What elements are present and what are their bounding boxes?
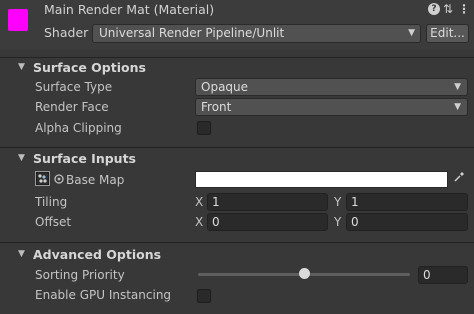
sorting-priority-slider-thumb[interactable] xyxy=(298,268,310,279)
chevron-down-icon: ▼ xyxy=(408,28,415,38)
object-picker-icon[interactable] xyxy=(53,173,65,185)
render-face-value: Front xyxy=(201,100,232,114)
edit-shader-button[interactable]: Edit... xyxy=(426,24,469,43)
alpha-clipping-checkbox[interactable] xyxy=(197,121,211,135)
shader-value: Universal Render Pipeline/Unlit xyxy=(99,26,285,40)
render-face-label: Render Face xyxy=(35,100,109,114)
foldout-arrow-icon: ▼ xyxy=(18,249,25,259)
shader-dropdown[interactable]: Universal Render Pipeline/Unlit ▼ xyxy=(92,24,421,43)
material-header: Main Render Mat (Material) ? ⇅ ⋮ Shader … xyxy=(0,0,474,50)
surface-type-dropdown[interactable]: Opaque ▼ xyxy=(195,78,468,96)
offset-x-value: 0 xyxy=(212,215,220,229)
base-map-label: Base Map xyxy=(66,173,125,187)
divider xyxy=(0,147,474,148)
foldout-advanced-options[interactable]: ▼ Advanced Options xyxy=(0,245,474,265)
tiling-y-field[interactable]: 1 xyxy=(346,193,468,211)
texture-thumbnail[interactable] xyxy=(35,171,50,186)
sorting-priority-value: 0 xyxy=(423,268,431,282)
foldout-title: Advanced Options xyxy=(33,247,162,262)
divider xyxy=(0,242,474,243)
tiling-y-value: 1 xyxy=(351,195,359,209)
offset-y-field[interactable]: 0 xyxy=(346,213,468,231)
chevron-down-icon: ▼ xyxy=(454,102,461,112)
gpu-instancing-checkbox[interactable] xyxy=(197,289,211,303)
foldout-title: Surface Options xyxy=(33,60,146,75)
foldout-surface-options[interactable]: ▼ Surface Options xyxy=(0,58,474,78)
alpha-clipping-label: Alpha Clipping xyxy=(35,121,122,135)
foldout-title: Surface Inputs xyxy=(33,151,136,166)
tiling-x-label: X xyxy=(195,195,204,209)
sorting-priority-label: Sorting Priority xyxy=(35,268,125,282)
chevron-down-icon: ▼ xyxy=(454,82,461,92)
settings-icon[interactable]: ⇅ xyxy=(442,3,454,15)
tiling-x-value: 1 xyxy=(212,195,220,209)
gpu-instancing-label: Enable GPU Instancing xyxy=(35,288,172,302)
tiling-label: Tiling xyxy=(35,195,68,209)
menu-icon[interactable]: ⋮ xyxy=(458,3,470,15)
sorting-priority-field[interactable]: 0 xyxy=(418,266,468,284)
foldout-arrow-icon: ▼ xyxy=(18,62,25,72)
tiling-y-label: Y xyxy=(334,195,342,209)
surface-type-value: Opaque xyxy=(201,80,249,94)
material-title: Main Render Mat (Material) xyxy=(44,2,215,17)
texture-icon xyxy=(37,173,48,184)
foldout-surface-inputs[interactable]: ▼ Surface Inputs xyxy=(0,149,474,169)
offset-x-field[interactable]: 0 xyxy=(207,213,328,231)
help-icon[interactable]: ? xyxy=(428,3,440,15)
target-icon xyxy=(54,174,64,184)
offset-label: Offset xyxy=(35,215,72,229)
material-preview-swatch xyxy=(8,9,28,31)
eyedropper-glyph xyxy=(454,172,464,182)
render-face-dropdown[interactable]: Front ▼ xyxy=(195,98,468,116)
offset-x-label: X xyxy=(195,215,204,229)
offset-y-value: 0 xyxy=(351,215,359,229)
offset-y-label: Y xyxy=(334,215,342,229)
foldout-arrow-icon: ▼ xyxy=(18,153,25,163)
eyedropper-icon[interactable] xyxy=(452,171,466,188)
tiling-x-field[interactable]: 1 xyxy=(207,193,328,211)
base-map-color-field[interactable] xyxy=(195,171,448,188)
surface-type-label: Surface Type xyxy=(35,80,113,94)
shader-label: Shader xyxy=(44,25,89,40)
